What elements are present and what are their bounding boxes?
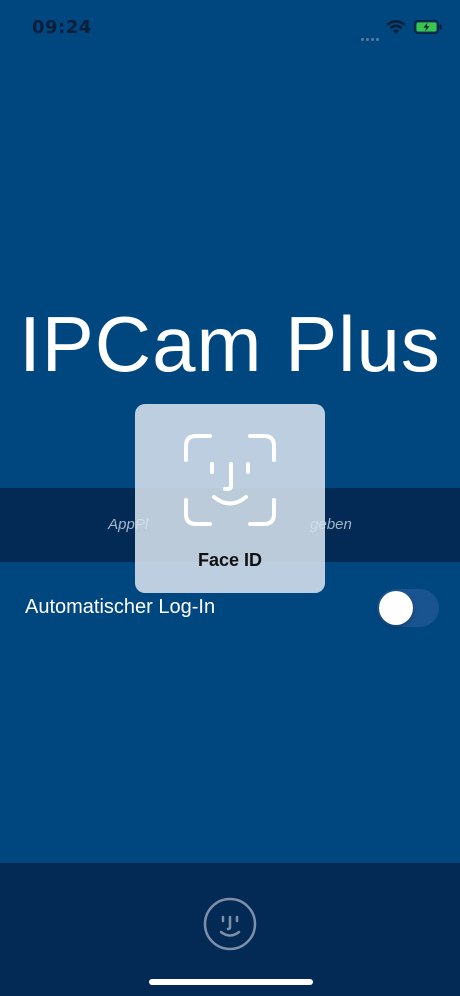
battery-charging-icon: [414, 20, 442, 34]
face-id-icon: [184, 434, 276, 526]
wifi-icon: [386, 19, 406, 34]
status-bar: 09:24: [0, 0, 460, 56]
auto-login-toggle[interactable]: [377, 589, 439, 627]
faceid-overlay: Face ID: [135, 404, 325, 593]
app-title: IPCam Plus: [19, 300, 441, 388]
auto-login-label: Automatischer Log-In: [25, 596, 216, 618]
status-time: 09:24: [32, 17, 92, 38]
home-indicator[interactable]: [149, 979, 313, 985]
bottom-bar: [0, 863, 460, 996]
face-id-login-button[interactable]: [203, 897, 257, 951]
toggle-knob: [379, 591, 413, 625]
faceid-label: Face ID: [197, 550, 263, 570]
cellular-signal-icon: [361, 28, 385, 41]
